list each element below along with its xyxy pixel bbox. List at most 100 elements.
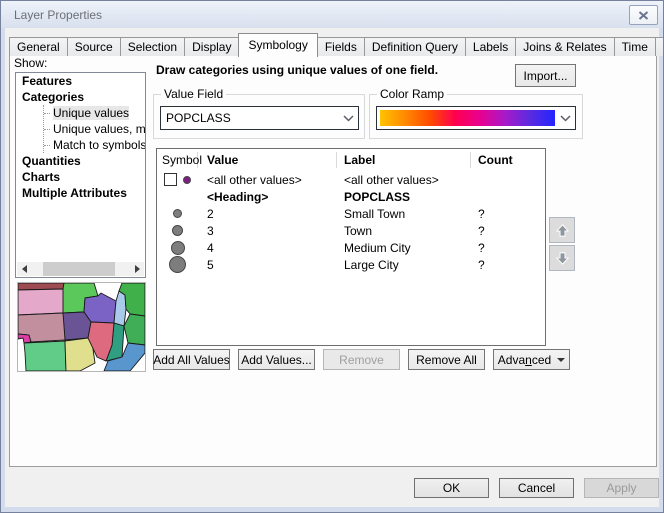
ok-button[interactable]: OK	[414, 478, 489, 498]
layer-properties-dialog: Layer Properties GeneralSourceSelectionD…	[0, 0, 664, 513]
tab-fields[interactable]: Fields	[317, 37, 365, 56]
unique-values-table: SymbolValueLabelCount <all other values>…	[156, 148, 546, 346]
tab-selection[interactable]: Selection	[120, 37, 185, 56]
move-up-button[interactable]	[549, 217, 575, 243]
symbol-cell[interactable]	[157, 225, 198, 236]
table-action-buttons: Add All Values Add Values... Remove Remove …	[153, 349, 570, 370]
table-row[interactable]: 5Large City?	[157, 256, 545, 273]
point-symbol-icon	[173, 209, 182, 218]
add-all-values-button[interactable]: Add All Values	[153, 349, 230, 370]
tab-symbology[interactable]: Symbology	[238, 33, 317, 57]
tree-item-quantities[interactable]: Quantities	[16, 153, 145, 169]
tab-labels[interactable]: Labels	[465, 37, 516, 56]
label-cell: POPCLASS	[337, 190, 471, 204]
tab-source[interactable]: Source	[67, 37, 121, 56]
scroll-right-arrow-icon[interactable]	[130, 262, 144, 276]
column-header-value: Value	[198, 152, 337, 168]
remove-button[interactable]: Remove	[323, 349, 400, 370]
symbol-cell[interactable]	[157, 173, 198, 186]
point-symbol-icon	[183, 176, 191, 184]
table-row[interactable]: 2Small Town?	[157, 205, 545, 222]
table-header: SymbolValueLabelCount	[157, 149, 545, 171]
count-cell: ?	[471, 241, 521, 255]
value-cell: 4	[198, 241, 337, 255]
label-cell: Small Town	[337, 207, 471, 221]
color-ramp-dropdown[interactable]	[376, 106, 576, 130]
label-cell: Town	[337, 224, 471, 238]
color-ramp-label: Color Ramp	[377, 87, 447, 101]
window-frame-left	[1, 28, 5, 512]
panel-heading: Draw categories using unique values of o…	[156, 63, 516, 77]
import-button[interactable]: Import...	[515, 64, 576, 87]
tree-item-unique-values[interactable]: Unique values	[44, 105, 145, 121]
tab-definition-query[interactable]: Definition Query	[364, 37, 466, 56]
symbol-cell[interactable]	[157, 256, 198, 273]
value-field-selected: POPCLASS	[161, 111, 338, 125]
arrow-down-icon	[555, 251, 570, 266]
tab-general[interactable]: General	[9, 37, 68, 56]
point-symbol-icon	[172, 225, 183, 236]
tree-item-multiple-attributes[interactable]: Multiple Attributes	[16, 185, 145, 201]
value-cell: <Heading>	[198, 190, 337, 204]
window-frame-right	[659, 28, 663, 512]
tab-joins-relates[interactable]: Joins & Relates	[515, 37, 614, 56]
point-symbol-icon	[171, 241, 185, 255]
tab-display[interactable]: Display	[184, 37, 239, 56]
tree-item-categories[interactable]: Categories	[16, 89, 145, 105]
map-preview-image	[18, 283, 145, 371]
count-cell: ?	[471, 258, 521, 272]
value-cell: <all other values>	[198, 173, 337, 187]
chevron-down-icon	[338, 115, 358, 122]
show-tree: FeaturesCategoriesUnique valuesUnique va…	[15, 72, 146, 278]
tree-horizontal-scrollbar[interactable]	[17, 262, 144, 276]
symbol-cell[interactable]	[157, 241, 198, 255]
apply-button[interactable]: Apply	[584, 478, 659, 498]
close-button[interactable]	[629, 5, 658, 25]
value-cell: 3	[198, 224, 337, 238]
symbol-cell[interactable]	[157, 209, 198, 218]
show-label: Show:	[14, 56, 47, 70]
table-row[interactable]: 3Town?	[157, 222, 545, 239]
value-field-label: Value Field	[161, 87, 226, 101]
column-header-label: Label	[337, 152, 471, 168]
all-other-values-checkbox[interactable]	[164, 173, 177, 186]
column-header-symbol: Symbol	[157, 152, 198, 168]
close-icon	[638, 11, 649, 20]
dialog-title: Layer Properties	[14, 8, 102, 22]
scrollbar-thumb[interactable]	[43, 262, 115, 276]
tree-item-features[interactable]: Features	[16, 73, 145, 89]
label-cell: Medium City	[337, 241, 471, 255]
map-preview	[17, 282, 146, 372]
tab-time[interactable]: Time	[614, 37, 656, 56]
tree-item-match-to-symbols-in-a[interactable]: Match to symbols in a	[44, 137, 145, 153]
tab-html-popup[interactable]: HTML Popup	[655, 37, 664, 56]
tree-item-unique-values-many[interactable]: Unique values, many	[44, 121, 145, 137]
color-ramp-group: Color Ramp	[369, 94, 583, 139]
point-symbol-icon	[169, 256, 186, 273]
value-field-group: Value Field POPCLASS	[153, 94, 365, 139]
scroll-left-arrow-icon[interactable]	[17, 262, 31, 276]
cancel-button[interactable]: Cancel	[499, 478, 574, 498]
label-cell: <all other values>	[337, 173, 471, 187]
count-cell: ?	[471, 207, 521, 221]
advanced-button[interactable]: Advanced	[493, 349, 570, 370]
value-field-dropdown[interactable]: POPCLASS	[160, 106, 359, 130]
column-header-count: Count	[471, 152, 521, 168]
menu-caret-icon	[557, 358, 565, 362]
title-bar: Layer Properties	[1, 1, 663, 28]
color-ramp-swatch	[380, 110, 555, 126]
value-cell: 5	[198, 258, 337, 272]
count-cell: ?	[471, 224, 521, 238]
chevron-down-icon	[555, 115, 575, 122]
add-values-button[interactable]: Add Values...	[238, 349, 315, 370]
label-cell: Large City	[337, 258, 471, 272]
table-row[interactable]: <all other values><all other values>	[157, 171, 545, 188]
arrow-up-icon	[555, 223, 570, 238]
move-down-button[interactable]	[549, 245, 575, 271]
table-row[interactable]: 4Medium City?	[157, 239, 545, 256]
tree-item-charts[interactable]: Charts	[16, 169, 145, 185]
value-cell: 2	[198, 207, 337, 221]
window-frame-bottom	[1, 507, 663, 512]
table-row[interactable]: <Heading>POPCLASS	[157, 188, 545, 205]
remove-all-button[interactable]: Remove All	[408, 349, 485, 370]
